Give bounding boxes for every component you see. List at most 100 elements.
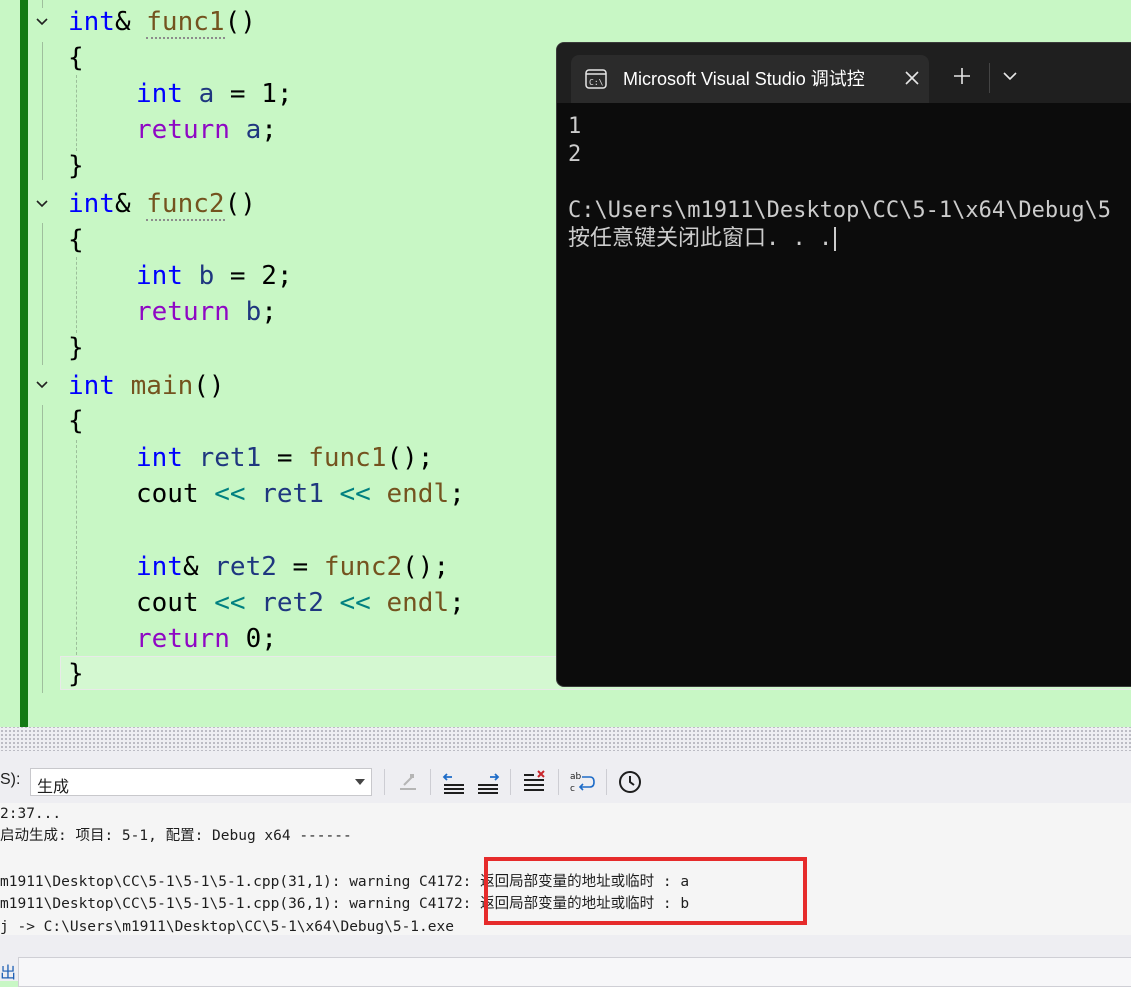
code-token: () (224, 7, 256, 37)
code-line[interactable]: { (68, 40, 84, 76)
editor-margin (0, 0, 20, 727)
code-token: int (68, 371, 115, 401)
code-line[interactable]: cout << ret1 << endl; (136, 476, 465, 512)
toolbar-separator (384, 769, 385, 795)
code-line[interactable]: int main() (68, 368, 225, 404)
code-line[interactable]: { (68, 403, 84, 439)
svg-text:c: c (570, 784, 575, 794)
code-line[interactable]: return 0; (136, 621, 277, 657)
code-token: { (68, 225, 84, 255)
collapse-func1-icon[interactable] (35, 15, 49, 29)
code-line[interactable]: return b; (136, 294, 277, 330)
code-token: << (339, 588, 371, 618)
panel-splitter[interactable] (0, 727, 1131, 751)
chevron-down-icon[interactable] (1001, 67, 1019, 85)
code-line[interactable]: } (68, 330, 84, 366)
code-token: func2 (146, 189, 225, 221)
code-line[interactable]: int& func2() (68, 186, 256, 222)
code-token: return (136, 624, 230, 654)
code-token: 0; (229, 624, 277, 654)
output-toolbar: S): 生成 ab c (0, 751, 1131, 803)
code-token: main (130, 371, 194, 401)
output-source-value: 生成 (37, 779, 70, 796)
code-token: a (245, 115, 262, 145)
code-token: { (68, 406, 84, 436)
code-token: ret2 (261, 588, 324, 618)
code-token: int (68, 7, 115, 37)
code-token: return (136, 115, 230, 145)
code-token: ; (449, 479, 465, 509)
titlebar-divider (989, 63, 990, 93)
collapse-main-icon[interactable] (35, 378, 49, 392)
console-output-text: 1 2 C:\Users\m1911\Desktop\CC\5-1\x64\De… (568, 114, 1112, 251)
code-token: int (136, 261, 183, 291)
indent-guide (76, 257, 78, 333)
code-token: cout (136, 588, 215, 618)
code-token: int (136, 79, 183, 109)
code-token: func1 (308, 443, 387, 473)
close-icon[interactable] (901, 67, 923, 89)
outline-guide (42, 223, 43, 365)
indent-guide (76, 75, 78, 151)
code-line[interactable]: int b = 2; (136, 258, 293, 294)
toolbar-separator (510, 769, 511, 795)
code-token: } (68, 659, 84, 689)
toolbar-separator (430, 769, 431, 795)
toggle-word-wrap-button[interactable]: ab c (568, 769, 596, 795)
code-line[interactable]: cout << ret2 << endl; (136, 585, 465, 621)
code-line[interactable]: } (68, 148, 84, 184)
bottom-input-field[interactable] (18, 957, 1131, 987)
code-line[interactable]: return a; (136, 112, 277, 148)
console-tab-title: Microsoft Visual Studio 调试控 (623, 69, 865, 89)
toolbar-separator (558, 769, 559, 795)
output-tab-label[interactable]: 出 (0, 959, 16, 983)
code-token: return (136, 297, 230, 327)
plus-icon[interactable] (951, 65, 973, 87)
code-line[interactable]: int ret1 = func1(); (136, 440, 433, 476)
clear-all-button[interactable] (520, 769, 548, 795)
output-line: j -> C:\Users\m1911\Desktop\CC\5-1\x64\D… (0, 919, 454, 935)
console-titlebar[interactable]: C:\ Microsoft Visual Studio 调试控 (557, 43, 1131, 103)
console-tab[interactable]: C:\ Microsoft Visual Studio 调试控 (571, 55, 929, 103)
clock-icon[interactable] (616, 769, 644, 795)
collapse-func2-icon[interactable] (35, 197, 49, 211)
output-line: 启动生成: 项目: 5-1, 配置: Debug x64 ------ (0, 828, 352, 844)
output-source-select[interactable]: 生成 (30, 768, 372, 796)
code-line[interactable]: int a = 1; (136, 76, 293, 112)
output-line: 2:37... (0, 806, 62, 822)
text-cursor (834, 227, 837, 251)
code-token: () (224, 189, 256, 219)
code-token: cout (136, 479, 215, 509)
code-line[interactable]: { (68, 222, 84, 258)
code-token: () (193, 371, 225, 401)
code-line[interactable]: } (68, 656, 84, 692)
debug-console-window[interactable]: C:\ Microsoft Visual Studio 调试控 1 2 C:\U… (556, 42, 1131, 687)
code-token: (); (386, 443, 434, 473)
next-message-button[interactable] (474, 769, 502, 795)
code-line[interactable]: int& func1() (68, 4, 256, 40)
code-token: (); (402, 552, 450, 582)
output-bottom-bar: 出 (0, 935, 1131, 987)
find-message-in-code-button[interactable] (394, 769, 422, 795)
code-token: & (114, 7, 147, 37)
previous-message-button[interactable] (440, 769, 468, 795)
code-token: } (68, 333, 84, 363)
code-token: b (198, 261, 215, 291)
change-tracking-bar (20, 0, 28, 727)
code-token: b (245, 297, 262, 327)
code-token: = (276, 552, 324, 582)
code-token: = 2; (214, 261, 293, 291)
code-token: = (261, 443, 309, 473)
outline-guide (42, 0, 43, 8)
code-line[interactable]: int& ret2 = func2(); (136, 549, 449, 585)
toolbar-separator (606, 769, 607, 795)
console-output[interactable]: 1 2 C:\Users\m1911\Desktop\CC\5-1\x64\De… (568, 113, 1131, 673)
